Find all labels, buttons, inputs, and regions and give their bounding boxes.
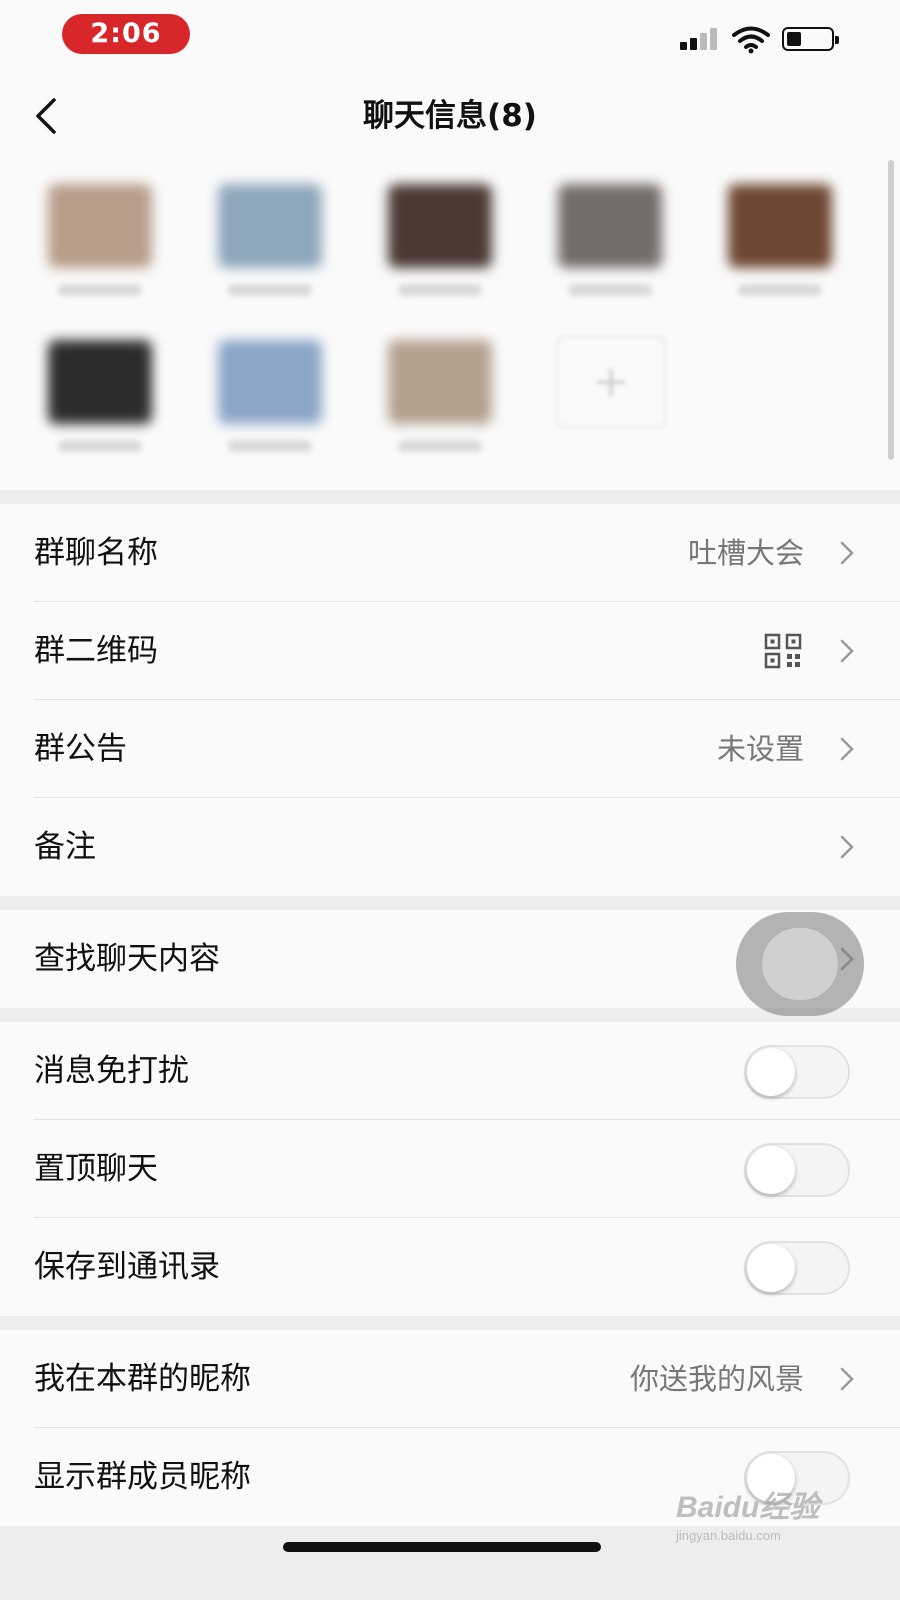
qr-code-icon: [764, 633, 802, 669]
status-bar: 2:06: [0, 0, 900, 72]
member-avatar[interactable]: [48, 160, 158, 296]
pin-label: 置顶聊天: [34, 1151, 158, 1187]
member-avatar[interactable]: [218, 160, 328, 296]
member-grid: +: [0, 160, 900, 490]
show-nicknames-label: 显示群成员昵称: [34, 1459, 251, 1495]
member-avatar[interactable]: [558, 160, 668, 296]
mute-row: 消息免打扰: [0, 1022, 900, 1120]
chevron-right-icon: [840, 737, 854, 761]
add-member-button[interactable]: +: [556, 336, 666, 428]
baidu-watermark: Baidu经验 jingyan.baidu.com: [676, 1491, 820, 1543]
cellular-signal-icon: [680, 28, 722, 50]
pin-row: 置顶聊天: [0, 1120, 900, 1218]
pin-toggle[interactable]: [744, 1143, 850, 1197]
remark-row[interactable]: 备注: [0, 798, 900, 896]
chevron-right-icon: [840, 639, 854, 663]
chevron-right-icon: [840, 835, 854, 859]
avatar: [48, 184, 152, 268]
scrollbar[interactable]: [888, 160, 894, 460]
home-indicator[interactable]: [283, 1542, 601, 1552]
my-nickname-row[interactable]: 我在本群的昵称 你送我的风景: [0, 1330, 900, 1428]
my-nickname-value: 你送我的风景: [629, 1362, 804, 1396]
chat-settings-section: 消息免打扰 置顶聊天 保存到通讯录: [0, 1022, 900, 1316]
group-announcement-row[interactable]: 群公告 未设置: [0, 700, 900, 798]
member-avatar[interactable]: [728, 160, 838, 296]
mute-toggle[interactable]: [744, 1045, 850, 1099]
mute-label: 消息免打扰: [34, 1053, 189, 1089]
group-name-row[interactable]: 群聊名称 吐槽大会: [0, 504, 900, 602]
member-avatar[interactable]: [218, 316, 328, 452]
page-title: 聊天信息(8): [363, 98, 537, 134]
avatar: [218, 340, 322, 424]
back-chevron-icon[interactable]: [30, 94, 66, 138]
avatar: [728, 184, 832, 268]
group-info-section: 群聊名称 吐槽大会 群二维码 群公告 未设置 备注: [0, 504, 900, 896]
avatar: [558, 184, 662, 268]
save-contacts-label: 保存到通讯录: [34, 1249, 220, 1285]
my-nickname-label: 我在本群的昵称: [34, 1361, 251, 1397]
save-contacts-toggle[interactable]: [744, 1241, 850, 1295]
group-announcement-label: 群公告: [34, 731, 127, 767]
search-chat-label: 查找聊天内容: [34, 941, 220, 977]
wifi-icon: [732, 26, 770, 54]
avatar: [48, 340, 152, 424]
plus-icon: +: [592, 356, 630, 407]
chevron-right-icon: [840, 541, 854, 565]
touch-indicator: [736, 912, 864, 1016]
nav-bar: 聊天信息(8): [0, 72, 900, 160]
avatar: [388, 340, 492, 424]
group-name-value: 吐槽大会: [687, 536, 804, 570]
member-avatar[interactable]: [388, 160, 498, 296]
status-time: 2:06: [62, 14, 190, 54]
group-qr-row[interactable]: 群二维码: [0, 602, 900, 700]
member-avatar[interactable]: [388, 316, 498, 452]
battery-icon: [782, 27, 839, 51]
group-announcement-value: 未设置: [716, 732, 804, 766]
avatar: [388, 184, 492, 268]
save-contacts-row: 保存到通讯录: [0, 1218, 900, 1316]
group-name-label: 群聊名称: [34, 535, 158, 571]
member-avatar[interactable]: [48, 316, 158, 452]
group-qr-label: 群二维码: [34, 633, 158, 669]
remark-label: 备注: [34, 829, 96, 865]
chevron-right-icon: [840, 1367, 854, 1391]
avatar: [218, 184, 322, 268]
